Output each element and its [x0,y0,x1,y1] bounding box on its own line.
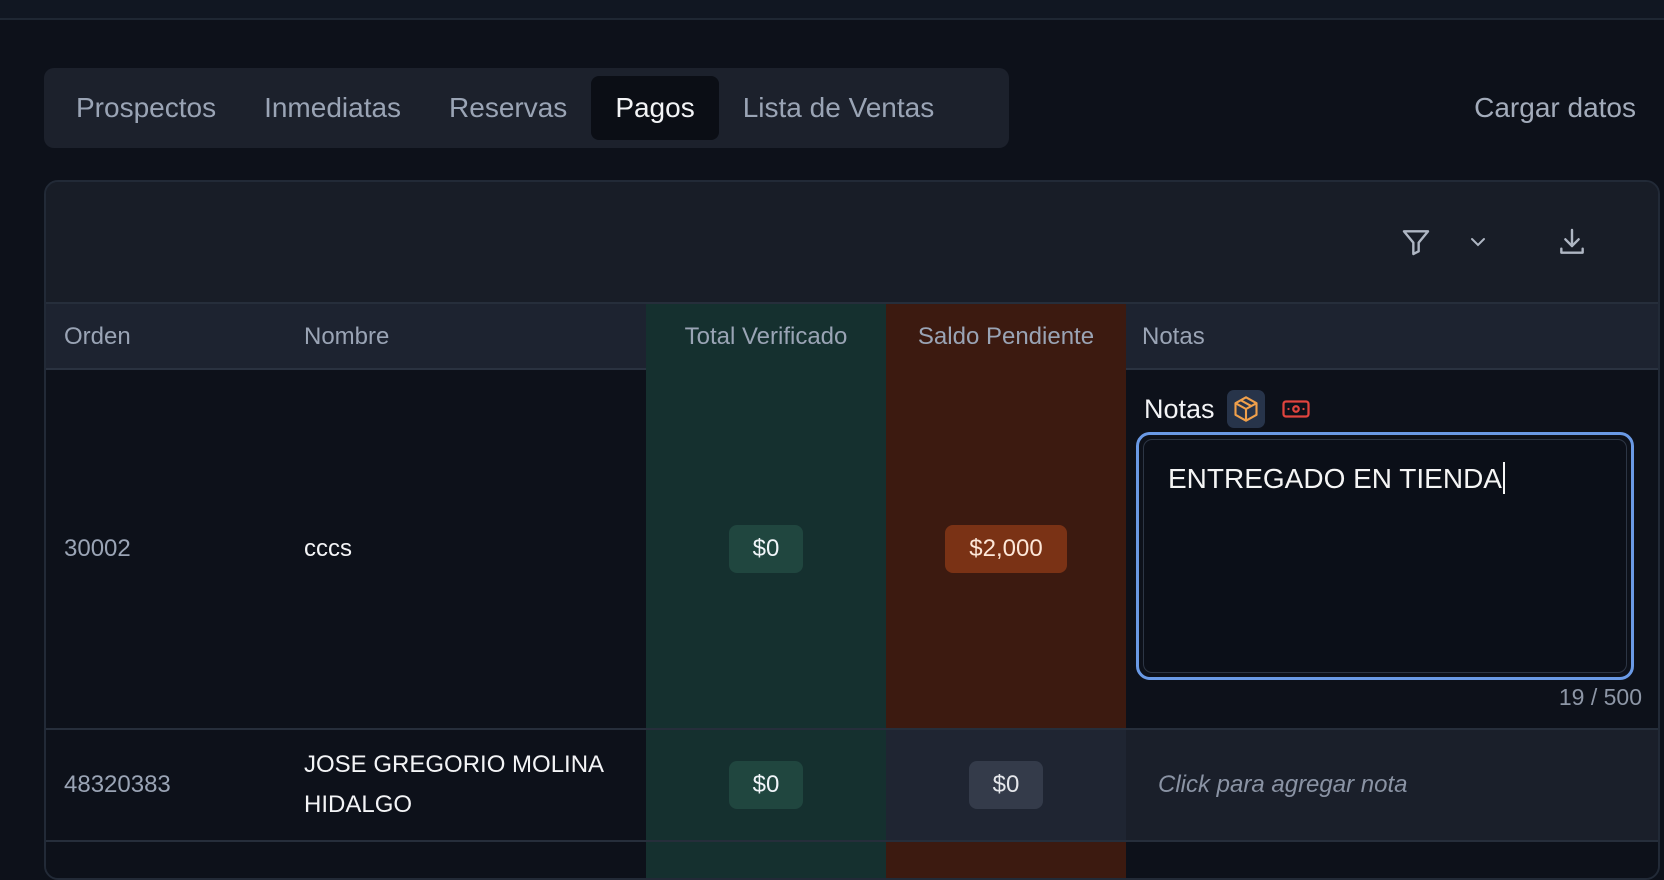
notes-editor-title: Notas [1144,393,1215,424]
total-verificado-cell: $0 [646,730,886,840]
table-header: Orden Nombre Total Verificado Saldo Pend… [46,304,1658,370]
add-note-placeholder[interactable]: Click para agregar nota [1158,771,1407,799]
column-orden[interactable]: Orden [64,304,131,370]
total-verificado-badge: $0 [728,761,804,809]
table-toolbar [46,182,1658,304]
order-number: 30002 [64,535,131,562]
chevron-down-icon[interactable] [1458,222,1498,262]
order-number: 48320383 [64,771,171,798]
column-saldo-pendiente[interactable]: Saldo Pendiente [886,304,1126,370]
notes-editor-header: Notas [1144,390,1315,428]
download-icon[interactable] [1552,222,1592,262]
tab-bar: Prospectos Inmediatas Reservas Pagos Lis… [44,68,1009,148]
tab-lista-de-ventas[interactable]: Lista de Ventas [719,76,958,140]
column-total-verificado[interactable]: Total Verificado [646,304,886,370]
package-icon[interactable] [1226,390,1265,428]
saldo-pendiente-cell: $2,000 [886,370,1126,728]
notes-textarea-content[interactable]: ENTREGADO EN TIENDA [1143,439,1627,673]
add-note-cell[interactable]: Click para agregar nota [1126,730,1658,840]
cash-icon[interactable] [1277,390,1315,428]
saldo-pendiente-cell: $0 [886,730,1126,840]
customer-name-line2: HIDALGO [304,791,413,818]
saldo-pendiente-badge: $0 [968,761,1044,809]
top-bar [0,0,1664,20]
tab-reservas[interactable]: Reservas [425,76,591,140]
tab-inmediatas[interactable]: Inmediatas [240,76,425,140]
payments-table-card: Orden Nombre Total Verificado Saldo Pend… [44,180,1660,880]
total-verificado-cell: $0 [646,370,886,728]
text-cursor [1502,462,1505,494]
column-notas[interactable]: Notas [1142,304,1205,370]
character-counter: 19 / 500 [1558,684,1642,710]
customer-name-line1: JOSE GREGORIO MOLINA [304,751,605,778]
tab-pagos[interactable]: Pagos [591,76,719,140]
load-data-button[interactable]: Cargar datos [1474,82,1636,134]
saldo-pendiente-badge: $2,000 [945,525,1067,573]
notes-text: ENTREGADO EN TIENDA [1168,463,1502,494]
customer-name: cccs [304,535,352,562]
customer-name: JOSE GREGORIO MOLINA HIDALGO [304,730,604,840]
notes-textarea[interactable]: ENTREGADO EN TIENDA [1136,432,1634,680]
column-nombre[interactable]: Nombre [304,304,389,370]
tab-prospectos[interactable]: Prospectos [52,76,240,140]
table-row: 48320383 JOSE GREGORIO MOLINA HIDALGO $0… [46,730,1658,842]
total-verificado-badge: $0 [728,525,804,573]
table-row: 30002 cccs $0 $2,000 Notas ENTREGADO EN … [46,370,1658,730]
filter-icon[interactable] [1396,222,1436,262]
